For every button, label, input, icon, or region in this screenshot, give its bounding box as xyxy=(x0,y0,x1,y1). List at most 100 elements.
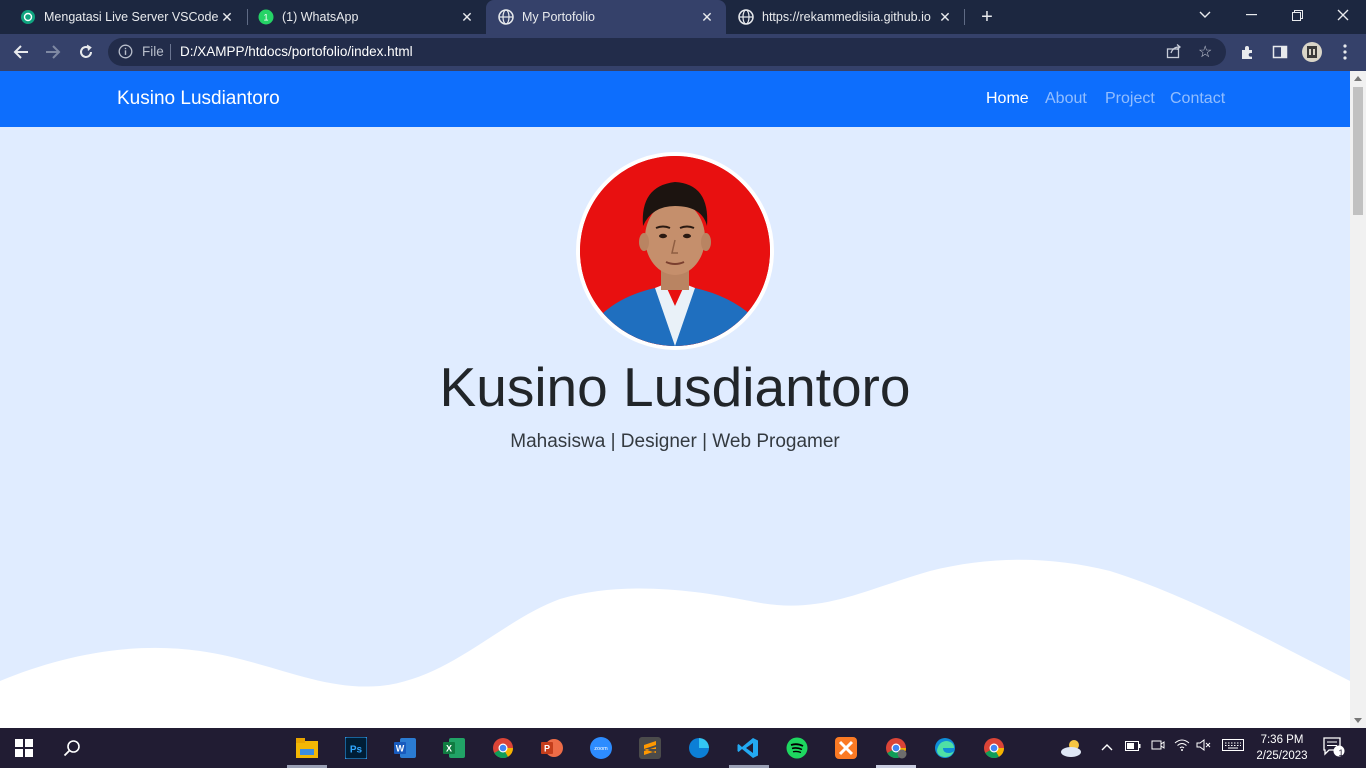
minimize-button[interactable] xyxy=(1228,0,1274,30)
side-panel-button[interactable] xyxy=(1267,39,1293,65)
svg-text:X: X xyxy=(446,744,452,754)
globe-icon xyxy=(498,9,514,25)
wifi-icon[interactable] xyxy=(1174,739,1190,754)
browser-toolbar: File D:/XAMPP/htdocs/portofolio/index.ht… xyxy=(0,34,1366,71)
nav-link-project[interactable]: Project xyxy=(1105,90,1155,108)
chrome-icon-2[interactable] xyxy=(982,736,1006,760)
omnibox-divider xyxy=(170,44,171,60)
close-icon xyxy=(1337,9,1349,21)
scroll-up-arrow-icon[interactable] xyxy=(1354,76,1362,81)
extensions-button[interactable] xyxy=(1235,39,1261,65)
puzzle-icon xyxy=(1242,46,1252,59)
powerpoint-icon[interactable]: P xyxy=(540,736,564,760)
side-panel-icon xyxy=(1272,45,1288,59)
chevron-down-icon xyxy=(1199,11,1211,18)
windows-taskbar: Ps W X P zoom 7:36 PM 2/25/2023 1 xyxy=(0,728,1366,768)
tab-search-button[interactable] xyxy=(1182,0,1228,30)
clock-date: 2/25/2023 xyxy=(1256,750,1308,762)
clock-time: 7:36 PM xyxy=(1260,734,1304,746)
spotify-icon[interactable] xyxy=(785,736,809,760)
keyboard-icon[interactable] xyxy=(1222,739,1244,754)
clock[interactable]: 7:36 PM 2/25/2023 xyxy=(1252,732,1312,764)
menu-button[interactable] xyxy=(1332,39,1358,65)
page-viewport: Kusino Lusdiantoro Home About Project Co… xyxy=(0,71,1350,728)
close-icon[interactable]: ✕ xyxy=(458,9,476,26)
notification-count: 1 xyxy=(1338,748,1344,758)
svg-text:zoom: zoom xyxy=(594,746,608,752)
kebab-menu-icon xyxy=(1343,44,1347,60)
url-text[interactable]: D:/XAMPP/htdocs/portofolio/index.html xyxy=(180,44,413,59)
search-icon[interactable] xyxy=(60,736,84,760)
chrome-profile-icon[interactable] xyxy=(884,736,908,760)
svg-text:1: 1 xyxy=(263,13,268,23)
svg-text:Ps: Ps xyxy=(350,745,363,756)
svg-text:W: W xyxy=(396,744,405,754)
navbar-brand[interactable]: Kusino Lusdiantoro xyxy=(117,88,280,110)
weather-icon[interactable] xyxy=(1060,736,1084,760)
xampp-icon[interactable] xyxy=(834,736,858,760)
hero-subtitle: Mahasiswa | Designer | Web Progamer xyxy=(510,431,840,452)
windows-start-icon[interactable] xyxy=(12,736,36,760)
sublime-icon[interactable] xyxy=(638,736,662,760)
tab-title: My Portofolio xyxy=(522,10,595,24)
close-window-button[interactable] xyxy=(1320,0,1366,30)
forward-button[interactable] xyxy=(40,39,66,65)
nav-link-contact[interactable]: Contact xyxy=(1170,90,1225,108)
scroll-down-arrow-icon[interactable] xyxy=(1354,718,1362,723)
nav-link-home[interactable]: Home xyxy=(986,90,1029,108)
camera-icon[interactable] xyxy=(1151,739,1165,754)
new-tab-button[interactable]: + xyxy=(976,6,998,28)
profile-portrait-image xyxy=(580,156,770,346)
reload-icon xyxy=(80,44,92,58)
speaker-muted-icon[interactable] xyxy=(1196,739,1212,754)
excel-icon[interactable]: X xyxy=(442,736,466,760)
battery-icon[interactable] xyxy=(1125,739,1141,754)
vscode-icon[interactable] xyxy=(736,736,760,760)
arrow-right-icon xyxy=(46,45,61,59)
share-icon[interactable] xyxy=(1166,43,1182,64)
info-icon[interactable] xyxy=(118,44,133,64)
hero-wave-divider xyxy=(0,559,1350,728)
tab-my-portofolio[interactable]: My Portofolio ✕ xyxy=(486,0,726,34)
scroll-thumb[interactable] xyxy=(1353,87,1363,215)
back-button[interactable] xyxy=(8,39,34,65)
close-icon[interactable]: ✕ xyxy=(936,9,954,26)
tab-title: Mengatasi Live Server VSCode xyxy=(44,10,218,24)
site-navbar: Kusino Lusdiantoro Home About Project Co… xyxy=(0,71,1350,127)
chrome-icon[interactable] xyxy=(491,736,515,760)
tab-title: (1) WhatsApp xyxy=(282,10,359,24)
scheme-label: File xyxy=(142,44,164,59)
reload-button[interactable] xyxy=(73,39,99,65)
word-icon[interactable]: W xyxy=(393,736,417,760)
address-bar[interactable]: File D:/XAMPP/htdocs/portofolio/index.ht… xyxy=(108,38,1226,66)
restore-icon xyxy=(1291,9,1303,21)
chatgpt-icon xyxy=(20,9,36,25)
restore-button[interactable] xyxy=(1274,0,1320,30)
edge-icon-blue[interactable] xyxy=(687,736,711,760)
zoom-icon[interactable]: zoom xyxy=(589,736,613,760)
profile-photo xyxy=(576,152,774,350)
tab-whatsapp[interactable]: 1 (1) WhatsApp ✕ xyxy=(238,0,486,34)
tab-title: https://rekammedisiia.github.io xyxy=(762,10,931,24)
whatsapp-icon: 1 xyxy=(258,9,274,25)
photoshop-icon[interactable]: Ps xyxy=(344,736,368,760)
tab-rekammedis[interactable]: https://rekammedisiia.github.io ✕ xyxy=(728,0,964,34)
chevron-up-icon[interactable] xyxy=(1101,739,1113,754)
profile-button[interactable] xyxy=(1299,39,1325,65)
tab-divider xyxy=(964,9,965,25)
nav-link-about[interactable]: About xyxy=(1045,90,1087,108)
svg-text:P: P xyxy=(544,744,550,754)
arrow-left-icon xyxy=(13,45,28,59)
file-explorer-icon[interactable] xyxy=(295,736,319,760)
hero-name: Kusino Lusdiantoro xyxy=(439,356,911,418)
minimize-icon xyxy=(1245,14,1257,16)
page-scrollbar[interactable] xyxy=(1350,71,1366,728)
close-icon[interactable]: ✕ xyxy=(218,9,236,26)
tab-live-server[interactable]: Mengatasi Live Server VSCode ✕ xyxy=(0,0,246,34)
close-icon[interactable]: ✕ xyxy=(698,9,716,26)
avatar-icon xyxy=(1302,42,1322,62)
browser-tab-strip: Mengatasi Live Server VSCode ✕ 1 (1) Wha… xyxy=(0,0,1366,34)
globe-icon xyxy=(738,9,754,25)
bookmark-star-icon[interactable]: ☆ xyxy=(1198,42,1212,62)
edge-icon[interactable] xyxy=(933,736,957,760)
